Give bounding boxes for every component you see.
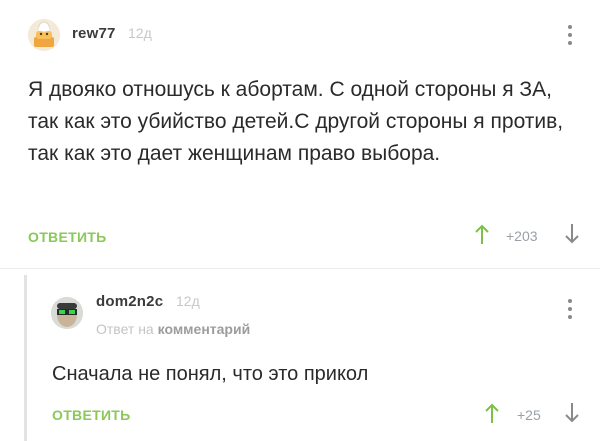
reply-to-prefix: Ответ на: [96, 321, 154, 337]
comment-time: 12д: [128, 25, 152, 41]
comment: rew77 12д Я двояко отношусь к абортам. С…: [0, 0, 600, 268]
reply-time: 12д: [176, 293, 200, 309]
reply-score: +25: [517, 407, 541, 423]
comment-username[interactable]: rew77: [72, 25, 116, 42]
comment-thread: rew77 12д Я двояко отношусь к абортам. С…: [0, 0, 600, 441]
reply-menu-icon[interactable]: [560, 296, 580, 322]
upvote-arrow-icon[interactable]: [474, 223, 490, 245]
downvote-arrow-icon[interactable]: [564, 402, 580, 424]
upvote-arrow-icon[interactable]: [484, 402, 500, 424]
reply-reply-button[interactable]: ОТВЕТИТЬ: [52, 407, 131, 423]
reply-username[interactable]: dom2n2c: [96, 293, 163, 310]
downvote-arrow-icon[interactable]: [564, 223, 580, 245]
comment-score: +203: [506, 228, 538, 244]
reply-to-link[interactable]: комментарий: [158, 321, 251, 337]
reply-button[interactable]: ОТВЕТИТЬ: [28, 229, 107, 245]
chef-cat-avatar-icon: [28, 19, 60, 51]
user-avatar[interactable]: [28, 19, 60, 51]
comment-text: Я двояко отношусь к абортам. С одной сто…: [28, 78, 564, 165]
reply-avatar[interactable]: [51, 297, 83, 329]
comment-divider: [0, 268, 600, 269]
reply-text: Сначала не понял, что это прикол: [52, 363, 369, 385]
masked-face-avatar-icon: [51, 297, 83, 329]
thread-line[interactable]: [24, 275, 27, 441]
reply-to-label: Ответ на комментарий: [96, 321, 250, 337]
comment-menu-icon[interactable]: [560, 22, 580, 48]
